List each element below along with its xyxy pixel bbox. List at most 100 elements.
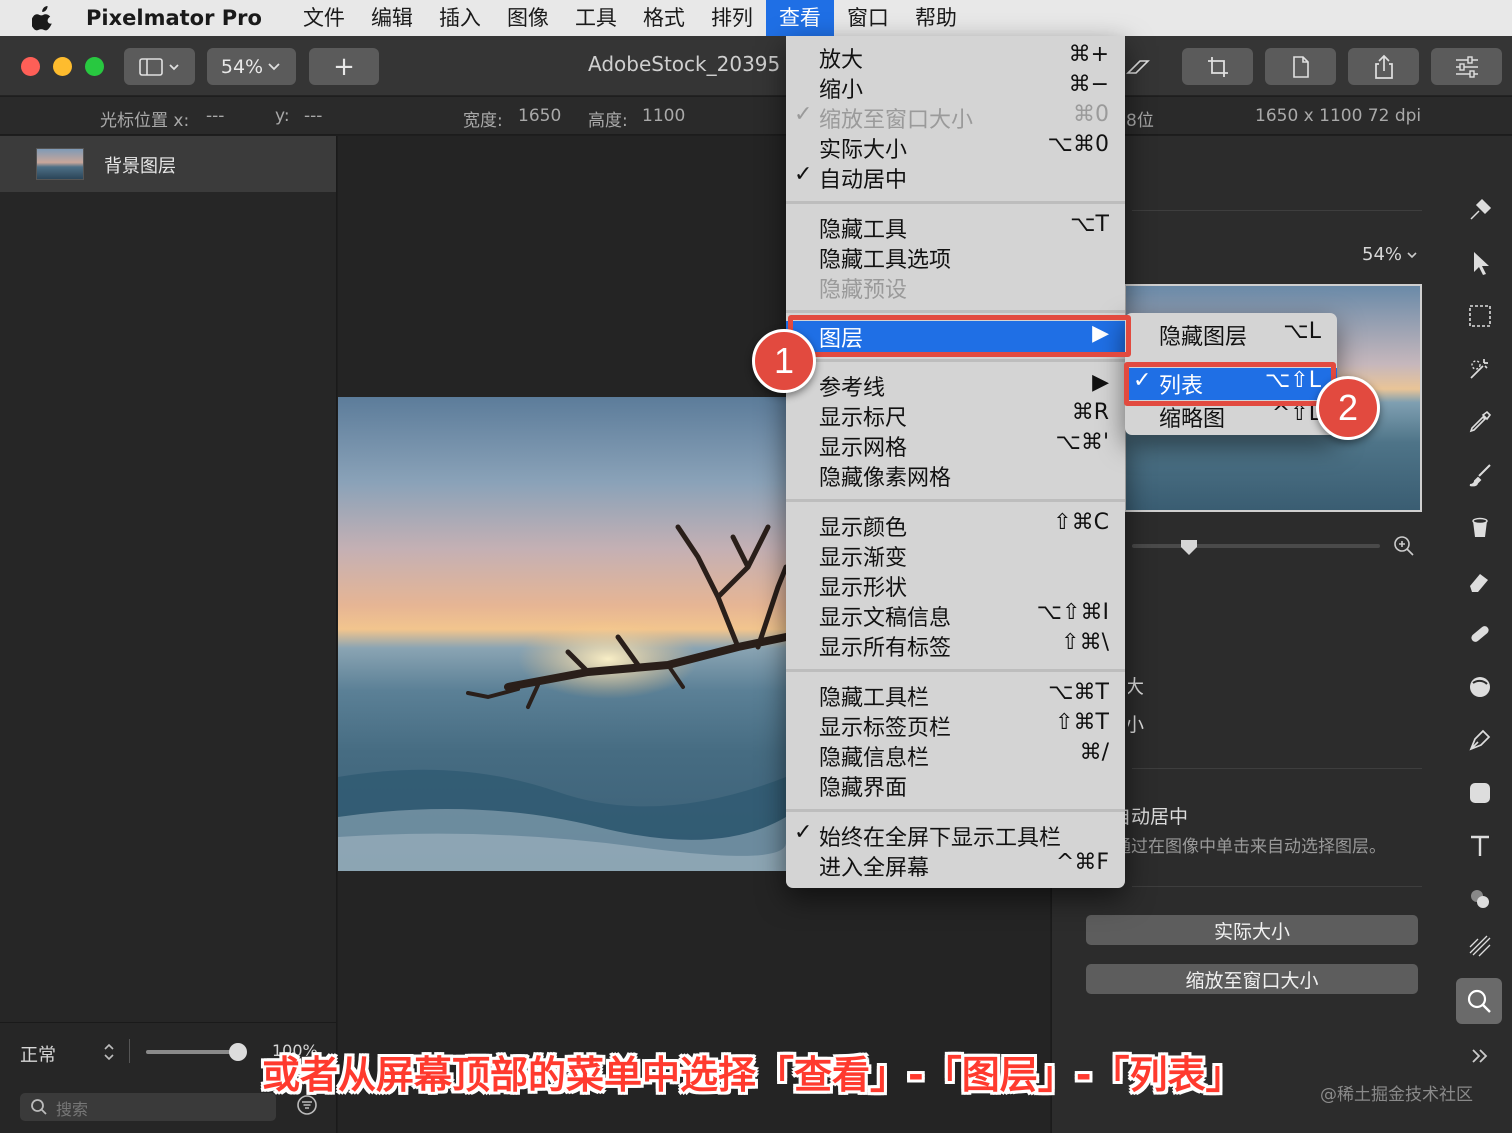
menu-item-show-gradients[interactable]: 显示渐变 — [786, 540, 1125, 571]
color-adjust-icon[interactable] — [1460, 879, 1500, 919]
menu-separator — [786, 669, 1125, 672]
menu-item-show-grid[interactable]: 显示网格 ⌥⌘' — [786, 430, 1125, 461]
menu-item-hide-toolbar[interactable]: 隐藏工具栏 ⌥⌘T — [786, 680, 1125, 711]
menu-item-zoom-out[interactable]: 缩小 ⌘− — [786, 72, 1125, 103]
layer-row[interactable]: 背景图层 — [0, 136, 336, 192]
menu-item-shortcut: ⌥⌘T — [1048, 680, 1109, 705]
crop-button[interactable] — [1182, 48, 1253, 85]
menu-item-show-colors[interactable]: 显示颜色 ⇧⌘C — [786, 510, 1125, 541]
distort-icon[interactable] — [1460, 667, 1500, 707]
panel-divider — [1132, 886, 1422, 887]
magic-wand-icon[interactable] — [1460, 349, 1500, 389]
submenu-item-label: 隐藏图层 — [1159, 325, 1248, 350]
menu-item-hide-tool-options[interactable]: 隐藏工具选项 — [786, 242, 1125, 273]
style-icon[interactable] — [1460, 190, 1500, 230]
zoom-slider-knob[interactable] — [1180, 538, 1198, 556]
menu-item-hide-presets: 隐藏预设 — [786, 272, 1125, 303]
eraser-tool-button[interactable] — [1126, 48, 1154, 85]
menu-item-show-tab-bar[interactable]: 显示标签页栏 ⇧⌘T — [786, 710, 1125, 741]
blend-mode-select[interactable]: 正常 — [20, 1041, 56, 1067]
menu-item-hide-info-bar[interactable]: 隐藏信息栏 ⌘/ — [786, 740, 1125, 771]
menu-image[interactable]: 图像 — [494, 0, 562, 36]
navigator-zoom-value[interactable]: 54% — [1362, 244, 1402, 265]
add-button[interactable]: + — [309, 48, 379, 85]
menu-separator — [786, 499, 1125, 502]
effects-icon[interactable] — [1460, 926, 1500, 966]
menu-item-shortcut: ⌥T — [1070, 212, 1109, 237]
tutorial-caption: 或者从屏幕顶部的菜单中选择「查看」-「图层」-「列表」 — [262, 1053, 1244, 1097]
submenu-item-hide-layers[interactable]: 隐藏图层 ⌥L — [1125, 319, 1337, 351]
menu-view[interactable]: 查看 — [765, 0, 834, 36]
share-icon — [1374, 54, 1393, 79]
fill-icon[interactable] — [1460, 508, 1500, 548]
navigator-zoom-slider[interactable] — [1132, 544, 1380, 548]
sidebar-icon — [138, 57, 179, 76]
close-button[interactable] — [21, 57, 40, 76]
minimize-button[interactable] — [53, 57, 72, 76]
fullscreen-button[interactable] — [85, 57, 104, 76]
menu-item-shortcut: ⌥⌘' — [1055, 430, 1109, 455]
shape-icon[interactable] — [1460, 773, 1500, 813]
selection-icon[interactable] — [1460, 296, 1500, 336]
zoom-in-icon[interactable] — [1392, 534, 1416, 558]
menu-help[interactable]: 帮助 — [902, 0, 970, 36]
menu-item-shortcut: ⇧⌘\ — [1061, 630, 1109, 655]
zoom-dropdown[interactable]: 54% — [207, 48, 296, 85]
arrange-icon[interactable] — [1460, 243, 1500, 283]
adjustments-button[interactable] — [1431, 48, 1502, 85]
menu-item-show-rulers[interactable]: 显示标尺 ⌘R — [786, 400, 1125, 431]
menu-format[interactable]: 格式 — [630, 0, 698, 36]
up-down-chevron-icon[interactable] — [102, 1041, 116, 1063]
layers-sidebar: 背景图层 正常 100% 搜索 — [0, 136, 337, 1133]
zoom-icon[interactable] — [1456, 978, 1502, 1024]
menu-item-label: 隐藏工具选项 — [819, 248, 952, 273]
color-picker-icon[interactable] — [1460, 402, 1500, 442]
menu-item-hide-pixel-grid[interactable]: 隐藏像素网格 — [786, 460, 1125, 491]
retouch-icon[interactable] — [1460, 614, 1500, 654]
auto-center-label: 自动居中 — [1124, 806, 1189, 828]
apple-icon[interactable] — [0, 5, 86, 31]
menu-item-actual-size[interactable]: 实际大小 ⌥⌘0 — [786, 132, 1125, 163]
menu-tools[interactable]: 工具 — [562, 0, 630, 36]
height-label: 高度: — [588, 111, 628, 131]
sidebar-toggle-button[interactable] — [124, 48, 195, 85]
menu-item-enter-fullscreen[interactable]: 进入全屏幕 ^⌘F — [786, 850, 1125, 881]
cursor-y-value: --- — [304, 106, 323, 126]
menu-item-label: 显示形状 — [819, 576, 908, 601]
opacity-slider-knob[interactable] — [229, 1043, 247, 1061]
menu-window[interactable]: 窗口 — [834, 0, 902, 36]
chevron-down-icon — [268, 62, 280, 70]
menu-item-show-all-tabs[interactable]: 显示所有标签 ⇧⌘\ — [786, 630, 1125, 661]
menu-item-show-doc-info[interactable]: 显示文稿信息 ⌥⇧⌘I — [786, 600, 1125, 631]
menu-item-hide-tools[interactable]: 隐藏工具 ⌥T — [786, 212, 1125, 243]
type-icon[interactable] — [1460, 826, 1500, 866]
panel-divider — [1132, 768, 1422, 769]
menu-item-shortcut: ⌘/ — [1079, 740, 1109, 765]
menu-item-hide-interface[interactable]: 隐藏界面 — [786, 770, 1125, 801]
menu-insert[interactable]: 插入 — [426, 0, 494, 36]
menu-separator — [786, 201, 1125, 204]
paint-icon[interactable] — [1460, 455, 1500, 495]
menu-item-auto-center[interactable]: ✓ 自动居中 — [786, 162, 1125, 193]
menu-file[interactable]: 文件 — [290, 0, 358, 36]
menu-item-show-shapes[interactable]: 显示形状 — [786, 570, 1125, 601]
footer-divider — [129, 1039, 130, 1063]
fit-to-window-button[interactable]: 缩放至窗口大小 — [1086, 964, 1418, 994]
chevron-double-right-icon[interactable] — [1460, 1036, 1500, 1076]
menu-edit[interactable]: 编辑 — [358, 0, 426, 36]
search-icon — [31, 1099, 47, 1115]
app-name-menu[interactable]: Pixelmator Pro — [86, 6, 262, 30]
erase-icon[interactable] — [1460, 561, 1500, 601]
width-label: 宽度: — [463, 111, 503, 131]
actual-size-button[interactable]: 实际大小 — [1086, 915, 1418, 945]
share-button[interactable] — [1348, 48, 1419, 85]
zoom-in-label: 放大 — [1128, 676, 1145, 698]
image-canvas[interactable] — [338, 397, 786, 871]
menu-arrange[interactable]: 排列 — [698, 0, 766, 36]
document-button[interactable] — [1265, 48, 1336, 85]
menu-item-fullscreen-toolbar[interactable]: ✓ 始终在全屏下显示工具栏 — [786, 820, 1125, 851]
layers-search-field[interactable]: 搜索 — [20, 1093, 276, 1121]
menu-item-zoom-in[interactable]: 放大 ⌘+ — [786, 42, 1125, 73]
pen-icon[interactable] — [1460, 720, 1500, 760]
menu-item-guides[interactable]: 参考线 ▶ — [786, 370, 1125, 401]
